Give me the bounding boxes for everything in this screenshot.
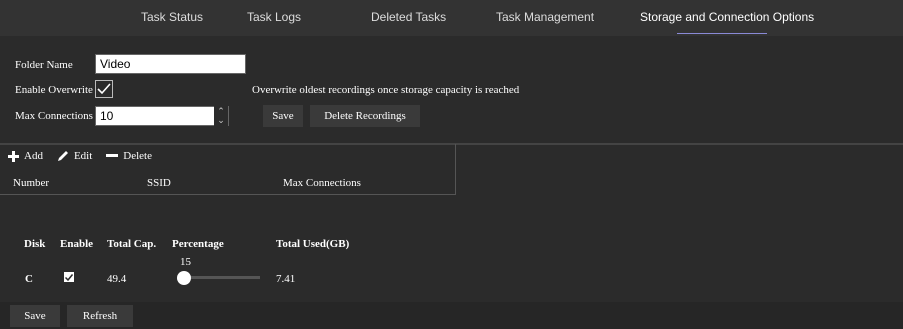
percentage-slider-handle[interactable] (177, 271, 191, 285)
tab-task-management[interactable]: Task Management (496, 10, 594, 24)
column-header-percentage: Percentage (172, 238, 224, 250)
top-navigation: Task Status Task Logs Deleted Tasks Task… (0, 0, 903, 36)
max-connections-input[interactable]: 10 (95, 106, 229, 126)
column-header-total-used: Total Used(GB) (276, 238, 350, 250)
delete-recordings-button[interactable]: Delete Recordings (310, 105, 420, 127)
refresh-button[interactable]: Refresh (67, 305, 133, 327)
disk-enable-checkbox[interactable] (64, 272, 74, 282)
delete-button[interactable]: Delete (106, 150, 152, 162)
column-header-enable: Enable (60, 238, 94, 250)
overwrite-note: Overwrite oldest recordings once storage… (252, 84, 520, 96)
delete-label: Delete (123, 150, 152, 162)
column-header-disk: Disk (24, 238, 46, 250)
percentage-slider[interactable] (180, 276, 260, 279)
max-connections-stepper[interactable]: ⌃ ⌄ (214, 106, 228, 126)
disk-total-cap: 49.4 (107, 273, 127, 285)
folder-name-label: Folder Name (15, 59, 73, 71)
checkmark-icon (97, 83, 111, 95)
percentage-value: 15 (180, 256, 191, 268)
footer-bar (0, 302, 903, 329)
tab-task-status[interactable]: Task Status (141, 10, 203, 24)
checkmark-icon (65, 273, 73, 281)
chevron-down-icon[interactable]: ⌄ (217, 116, 225, 125)
tab-deleted-tasks[interactable]: Deleted Tasks (371, 10, 446, 24)
disk-total-used: 7.41 (276, 273, 296, 285)
enable-overwrite-checkbox[interactable] (95, 80, 113, 98)
add-button[interactable]: Add (8, 150, 43, 162)
save-button[interactable]: Save (10, 305, 60, 327)
folder-name-input[interactable]: Video (95, 54, 246, 74)
add-label: Add (24, 150, 43, 162)
column-header-max-connections: Max Connections (283, 177, 361, 189)
edit-label: Edit (73, 150, 93, 162)
column-header-total-cap: Total Cap. (107, 238, 157, 250)
tab-task-logs[interactable]: Task Logs (247, 10, 301, 24)
disk-name: C (25, 273, 33, 285)
tab-storage-connection-options[interactable]: Storage and Connection Options (640, 10, 814, 24)
column-header-ssid: SSID (147, 177, 171, 189)
active-tab-indicator (677, 33, 767, 34)
max-connections-label: Max Connections (15, 110, 93, 122)
connections-toolbar: Add Edit Delete (8, 150, 152, 162)
pencil-icon (57, 151, 68, 161)
column-header-number: Number (13, 177, 50, 189)
enable-overwrite-label: Enable Overwrite (15, 84, 93, 96)
plus-icon (8, 150, 19, 162)
edit-button[interactable]: Edit (57, 150, 92, 162)
save-settings-button[interactable]: Save (263, 105, 303, 127)
minus-icon (106, 154, 119, 157)
